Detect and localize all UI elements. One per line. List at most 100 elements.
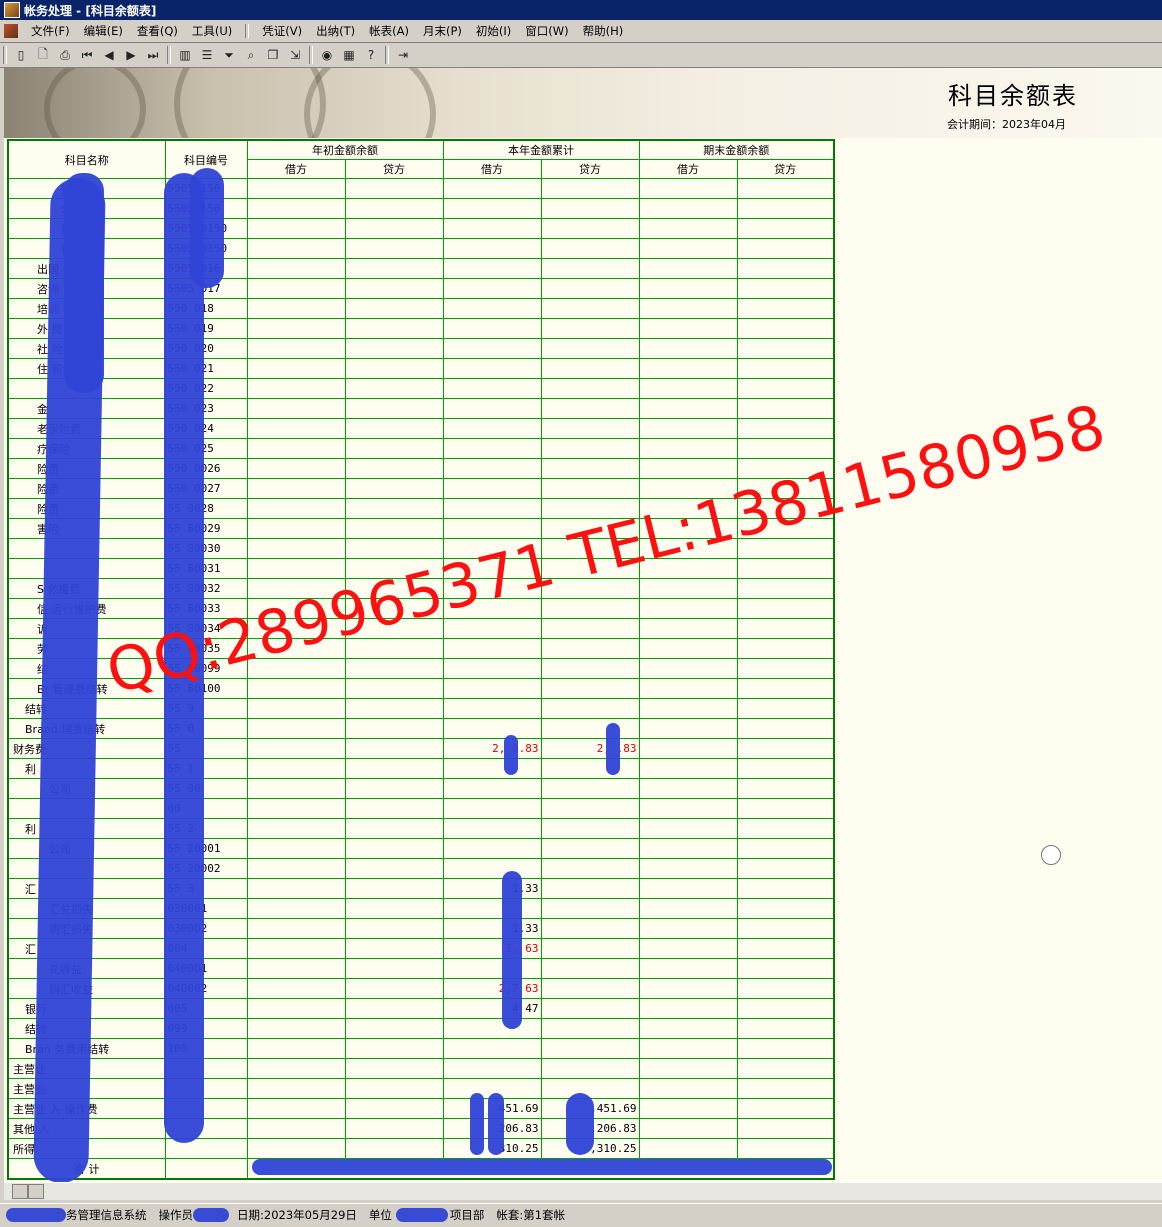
find-icon[interactable]: ⌕ (241, 45, 261, 65)
table-row[interactable]: 结转 099 (7, 1018, 835, 1039)
redaction-mark (6, 1208, 66, 1222)
prev-icon[interactable]: ◀ (99, 45, 119, 65)
menu-file[interactable]: 文件(F) (24, 23, 77, 39)
table-row[interactable]: 社 险费550 020 (7, 338, 835, 359)
current-credit-cell (540, 318, 640, 339)
table-row[interactable]: 公司55 00 (7, 778, 835, 799)
opening-credit-cell (344, 518, 444, 539)
view-icon[interactable]: ▯ (11, 45, 31, 65)
table-row[interactable]: 主营业 (7, 1078, 835, 1099)
copy-icon[interactable]: ❐ (263, 45, 283, 65)
current-debit-cell (442, 458, 542, 479)
menu-voucher[interactable]: 凭证(V) (255, 23, 309, 39)
table-row[interactable]: 550 022 (7, 378, 835, 399)
current-credit-cell (540, 1038, 640, 1059)
table-row[interactable]: 出国 经费5505 016 (7, 258, 835, 279)
table-row[interactable]: Brand 理费结转55 0 (7, 718, 835, 739)
ending-debit-cell (638, 298, 738, 319)
table-row[interactable]: 险费550 0026 (7, 458, 835, 479)
table-row[interactable]: 培训550 018 (7, 298, 835, 319)
columns-icon[interactable]: ▥ (175, 45, 195, 65)
menu-reports[interactable]: 帐表(A) (362, 23, 416, 39)
export-icon[interactable]: ⇲ (285, 45, 305, 65)
preview-icon[interactable]: 🗋 (33, 45, 53, 65)
table-row[interactable]: 汇兑损失 030001 (7, 898, 835, 919)
opening-debit-cell (246, 878, 346, 899)
ending-debit-cell (638, 258, 738, 279)
exit-icon[interactable]: ⇥ (393, 45, 413, 65)
table-row[interactable]: 其他 入 206.83 ,206.83 (7, 1118, 835, 1139)
table-row[interactable]: 公司55 20001 (7, 838, 835, 859)
menu-month-end[interactable]: 月末(P) (416, 23, 469, 39)
money-icon[interactable]: ◉ (317, 45, 337, 65)
menu-edit[interactable]: 编辑(E) (77, 23, 130, 39)
current-credit-cell (540, 338, 640, 359)
next-icon[interactable]: ▶ (121, 45, 141, 65)
table-row[interactable]: 老保险费550 024 (7, 418, 835, 439)
opening-credit-cell (344, 278, 444, 299)
table-row[interactable]: 外 费550 019 (7, 318, 835, 339)
last-icon[interactable]: ⏭ (143, 45, 163, 65)
current-credit-cell (540, 718, 640, 739)
table-row[interactable]: 招 材料5505 150 (7, 178, 835, 199)
table-row[interactable]: 兑收益 040001 (7, 958, 835, 979)
table-row[interactable]: 00 (7, 798, 835, 819)
ending-debit-cell (638, 1118, 738, 1139)
scroll-thumb[interactable] (28, 1184, 44, 1199)
horizontal-scrollbar[interactable] (4, 1182, 1162, 1200)
table-row[interactable]: 利55 1 (7, 758, 835, 779)
table-row[interactable]: 所得 310.25 ,310.25 (7, 1138, 835, 1159)
ending-credit-cell (736, 1098, 835, 1119)
table-row[interactable]: 住 积金550 021 (7, 358, 835, 379)
filter-icon[interactable]: ⏷ (219, 45, 239, 65)
calc-icon[interactable]: ▦ (339, 45, 359, 65)
table-row[interactable]: 银行 0054 47 (7, 998, 835, 1019)
table-row[interactable]: 财务费552, 0.832, .83 (7, 738, 835, 759)
table-row[interactable]: 购汇损失 030002 1.33 (7, 918, 835, 939)
print-icon[interactable]: ⎙ (55, 45, 75, 65)
menu-view[interactable]: 查看(Q) (130, 23, 185, 39)
help-icon[interactable]: ? (361, 45, 381, 65)
current-credit-cell (540, 618, 640, 639)
opening-debit-cell (246, 398, 346, 419)
table-row[interactable]: 主营业 (7, 1058, 835, 1079)
status-date: 日期:2023年05月29日 (237, 1208, 357, 1222)
opening-debit-cell (246, 998, 346, 1019)
table-row[interactable]: 汇55 3 1.33 (7, 878, 835, 899)
current-debit-cell (442, 358, 542, 379)
current-credit-cell (540, 678, 640, 699)
current-credit-cell (540, 258, 640, 279)
first-icon[interactable]: ⏮ (77, 45, 97, 65)
table-row[interactable]: 主营业 入-操作费 451.69 ,451.69 (7, 1098, 835, 1119)
ending-credit-cell (736, 258, 835, 279)
table-row[interactable]: Bran 务费用结转 100 (7, 1038, 835, 1059)
menu-tools[interactable]: 工具(U) (185, 23, 239, 39)
ending-credit-cell (736, 378, 835, 399)
menu-init[interactable]: 初始(I) (469, 23, 518, 39)
current-credit-cell (540, 878, 640, 899)
table-row[interactable]: 55 20002 (7, 858, 835, 879)
opening-credit-cell (344, 498, 444, 519)
table-row[interactable]: 利55 2 (7, 818, 835, 839)
menu-help[interactable]: 帮助(H) (576, 23, 631, 39)
ending-debit-cell (638, 918, 738, 939)
scroll-left-button[interactable] (12, 1184, 28, 1199)
opening-debit-cell (246, 1138, 346, 1159)
table-row[interactable]: 咨询5505 017 (7, 278, 835, 299)
table-row[interactable]: 金550 023 (7, 398, 835, 419)
table-row[interactable]: 疗保险550 025 (7, 438, 835, 459)
document-icon[interactable] (4, 24, 18, 38)
table-row[interactable]: 公 杂费5505 150 (7, 198, 835, 219)
current-debit-cell (442, 1018, 542, 1039)
menu-cashier[interactable]: 出纳(T) (309, 23, 362, 39)
ending-credit-cell (736, 778, 835, 799)
table-row[interactable]: 待费5505 0150 (7, 218, 835, 239)
table-row[interactable]: 购汇收益 0400022,7 63 (7, 978, 835, 999)
table-row[interactable]: 待费5505 0150 (7, 238, 835, 259)
table-row[interactable]: 汇 0042, 63 (7, 938, 835, 959)
menu-window[interactable]: 窗口(W) (518, 23, 575, 39)
ending-credit-cell (736, 618, 835, 639)
ending-debit-cell (638, 178, 738, 199)
current-credit-cell (540, 918, 640, 939)
list-icon[interactable]: ☰ (197, 45, 217, 65)
